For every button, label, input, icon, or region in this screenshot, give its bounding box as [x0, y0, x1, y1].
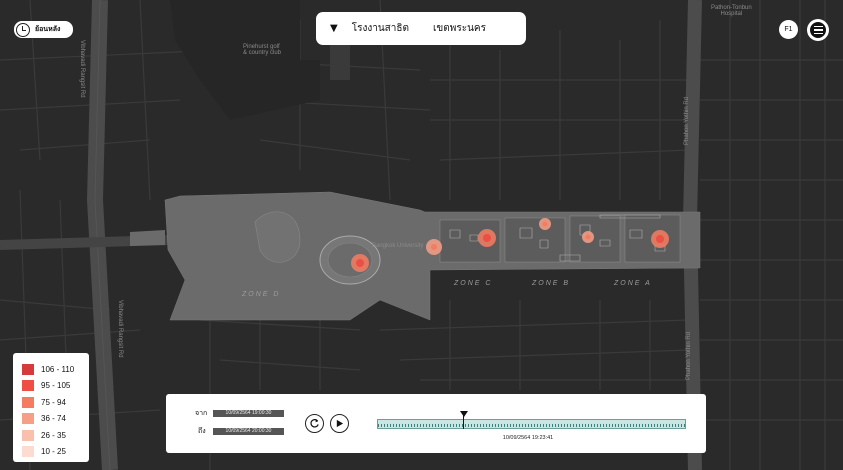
replay-button[interactable]	[305, 414, 324, 433]
to-label: ถึง	[198, 427, 206, 435]
zone-label-a: ZONE A	[614, 280, 652, 287]
back-history-button[interactable]: ย้อนหลัง	[14, 21, 73, 38]
legend-swatch	[22, 380, 34, 391]
replay-icon	[310, 419, 319, 428]
map-label-road-left-2: Vibhavadi Rangsit Rd	[117, 300, 123, 358]
caret-down-icon: ▼	[330, 23, 338, 34]
legend-swatch	[22, 363, 34, 375]
legend-range: 106 - 110	[41, 364, 75, 374]
legend-swatch	[22, 413, 34, 424]
legend-swatch	[22, 446, 34, 457]
hamburger-menu-icon	[810, 22, 826, 38]
zone-label-b: ZONE B	[532, 280, 571, 287]
from-label: จาก	[195, 409, 208, 417]
legend-item: 95 - 105	[22, 378, 89, 394]
legend-item: 75 - 94	[22, 394, 89, 410]
map-label-road-right: Phahon Yothin Rd	[684, 96, 690, 145]
legend-swatch	[22, 429, 34, 441]
legend-range: 95 - 105	[41, 381, 71, 390]
legend-range: 75 - 94	[41, 397, 66, 407]
legend-range: 26 - 35	[41, 430, 66, 440]
district-name: เขตพระนคร	[432, 23, 486, 34]
site-selector-dropdown[interactable]: ▼ โรงงานสาธิต เขตพระนคร	[316, 12, 526, 45]
menu-button[interactable]	[807, 19, 829, 41]
map-label-road-right-2: Phahon Yothin Rd	[686, 331, 692, 380]
history-clock-icon	[16, 22, 30, 37]
play-button[interactable]	[330, 414, 349, 433]
legend-item: 10 - 25	[22, 444, 89, 460]
legend-range: 10 - 25	[41, 447, 66, 456]
map-label-road-left: Vibhavadi Rangsit Rd	[79, 40, 85, 98]
site-name: โรงงานสาธิต	[351, 23, 409, 34]
map-label-golf: Pinehurst golf & country club	[243, 44, 282, 56]
timeline-scrubber-line	[463, 415, 465, 429]
current-time-label: 10/09/2564 19:23:41	[502, 435, 554, 441]
map-label-hospital: Pathon-Tonbun Hospital	[711, 5, 752, 17]
timeline-track[interactable]	[377, 419, 686, 429]
legend-swatch	[22, 396, 34, 408]
timeline-ticks	[378, 424, 685, 427]
floor-button[interactable]: F1	[779, 20, 798, 39]
legend-range: 36 - 74	[41, 414, 66, 423]
to-datetime-field[interactable]: 10/09/2564 20:00:30	[213, 428, 284, 435]
heat-legend: 106 - 110 95 - 105 75 - 94 36 - 74 26 - 35 10…	[13, 353, 89, 462]
playback-panel: จาก 10/09/2564 19:00:30 ถึง 10/09/2564 2…	[166, 394, 706, 453]
zone-label-d: ZONE D	[242, 291, 281, 298]
from-datetime-field[interactable]: 10/09/2564 19:00:30	[213, 410, 284, 417]
map-label-university: Bangkok University	[372, 243, 424, 249]
legend-item: 36 - 74	[22, 411, 89, 427]
back-history-label: ย้อนหลัง	[35, 25, 61, 33]
zone-label-c: ZONE C	[454, 280, 493, 287]
legend-item: 106 - 110	[22, 361, 89, 377]
play-icon	[336, 419, 344, 428]
legend-item: 26 - 35	[22, 427, 89, 443]
